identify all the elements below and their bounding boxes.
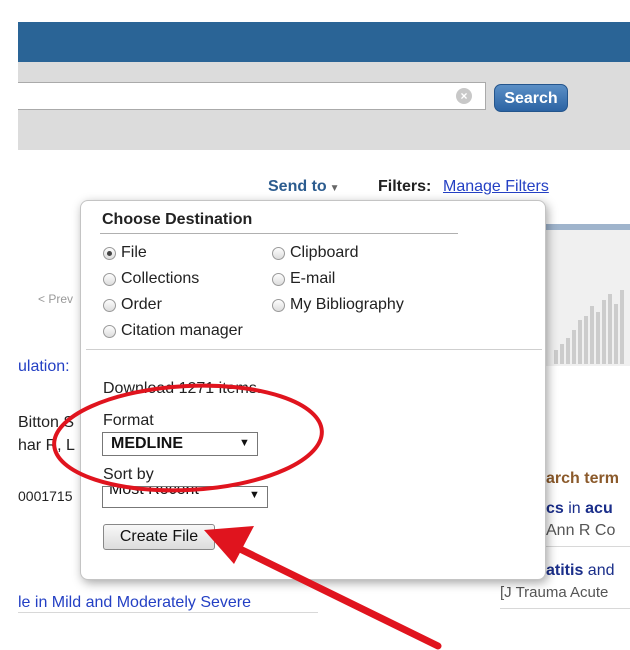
radio-file[interactable]	[103, 247, 116, 260]
create-file-button[interactable]: Create File	[103, 524, 215, 550]
caret-down-icon: ▼	[329, 183, 340, 194]
option-collections-label: Collections	[121, 270, 200, 287]
chart-bar	[566, 338, 570, 364]
result-authors-line1: Bitton S	[18, 414, 75, 431]
manage-filters-link[interactable]: Manage Filters	[443, 178, 549, 196]
search-button[interactable]: Search	[494, 84, 568, 112]
result-id-fragment: 0001715	[18, 488, 73, 504]
sort-select-value: Most Recent	[109, 486, 199, 498]
format-select-value: MEDLINE	[111, 435, 183, 452]
sidebar-result-2-source: [J Trauma Acute	[500, 584, 609, 601]
format-select[interactable]: MEDLINE ▼	[102, 432, 258, 456]
search-terms-heading: arch term	[546, 470, 619, 487]
chart-bar	[614, 304, 618, 364]
top-strip	[0, 0, 630, 22]
header-bar	[18, 22, 630, 62]
choose-destination-title: Choose Destination	[102, 211, 253, 228]
dropdown-arrow-icon: ▼	[249, 489, 260, 501]
chart-bar	[608, 294, 612, 364]
popup-divider	[86, 349, 542, 350]
chart-bar	[584, 316, 588, 364]
send-to-label: Send to	[268, 178, 327, 195]
option-file-label: File	[121, 244, 147, 261]
chart-bar	[590, 306, 594, 364]
sidebar-separator	[546, 546, 630, 547]
clear-search-icon[interactable]: ×	[456, 88, 472, 104]
chart-bar	[602, 300, 606, 364]
chart-bar	[572, 330, 576, 364]
result-title-bottom[interactable]: le in Mild and Moderately Severe	[18, 594, 251, 612]
sort-select[interactable]: Most Recent ▼	[102, 486, 268, 508]
chart-bar	[554, 350, 558, 364]
sidebar-result-2[interactable]: atitis and	[546, 562, 614, 580]
option-my-bibliography-label: My Bibliography	[290, 296, 404, 313]
chart-bar	[620, 290, 624, 364]
result-authors-line2: har R, L	[18, 437, 75, 454]
download-count-text: Download 1271 items.	[103, 380, 262, 397]
prev-page-link[interactable]: < Prev	[38, 292, 73, 306]
radio-my-bibliography[interactable]	[272, 299, 285, 312]
result-title-fragment[interactable]: ulation:	[18, 358, 70, 376]
radio-order[interactable]	[103, 299, 116, 312]
radio-email[interactable]	[272, 273, 285, 286]
sidebar-result-1-b: in	[563, 500, 586, 517]
sidebar-result-1-source: Ann R Co	[546, 522, 616, 539]
option-order-label: Order	[121, 296, 162, 313]
radio-collections[interactable]	[103, 273, 116, 286]
results-by-year-chart	[546, 230, 630, 366]
sidebar-result-2-a: atitis	[546, 562, 584, 579]
option-clipboard-label: Clipboard	[290, 244, 359, 261]
chart-bar	[578, 320, 582, 364]
sidebar-result-1-a: cs	[546, 500, 564, 517]
sidebar-result-1-c: acu	[585, 500, 613, 517]
send-to-menu[interactable]: Send to ▼	[268, 178, 340, 196]
separator-line	[18, 612, 318, 613]
sort-by-label: Sort by	[103, 466, 154, 483]
filters-label: Filters:	[378, 178, 432, 195]
option-email-label: E-mail	[290, 270, 336, 287]
sidebar-result-2-b: and	[583, 562, 615, 579]
radio-clipboard[interactable]	[272, 247, 285, 260]
title-underline	[100, 233, 458, 234]
chart-bar	[596, 312, 600, 364]
sidebar-separator-2	[500, 608, 630, 609]
search-input[interactable]	[18, 82, 486, 110]
option-citation-manager-label: Citation manager	[121, 322, 243, 339]
chart-bar	[560, 344, 564, 364]
format-label: Format	[103, 412, 154, 429]
dropdown-arrow-icon: ▼	[239, 437, 250, 449]
sidebar-result-1[interactable]: cs in acu	[546, 500, 613, 518]
radio-citation-manager[interactable]	[103, 325, 116, 338]
